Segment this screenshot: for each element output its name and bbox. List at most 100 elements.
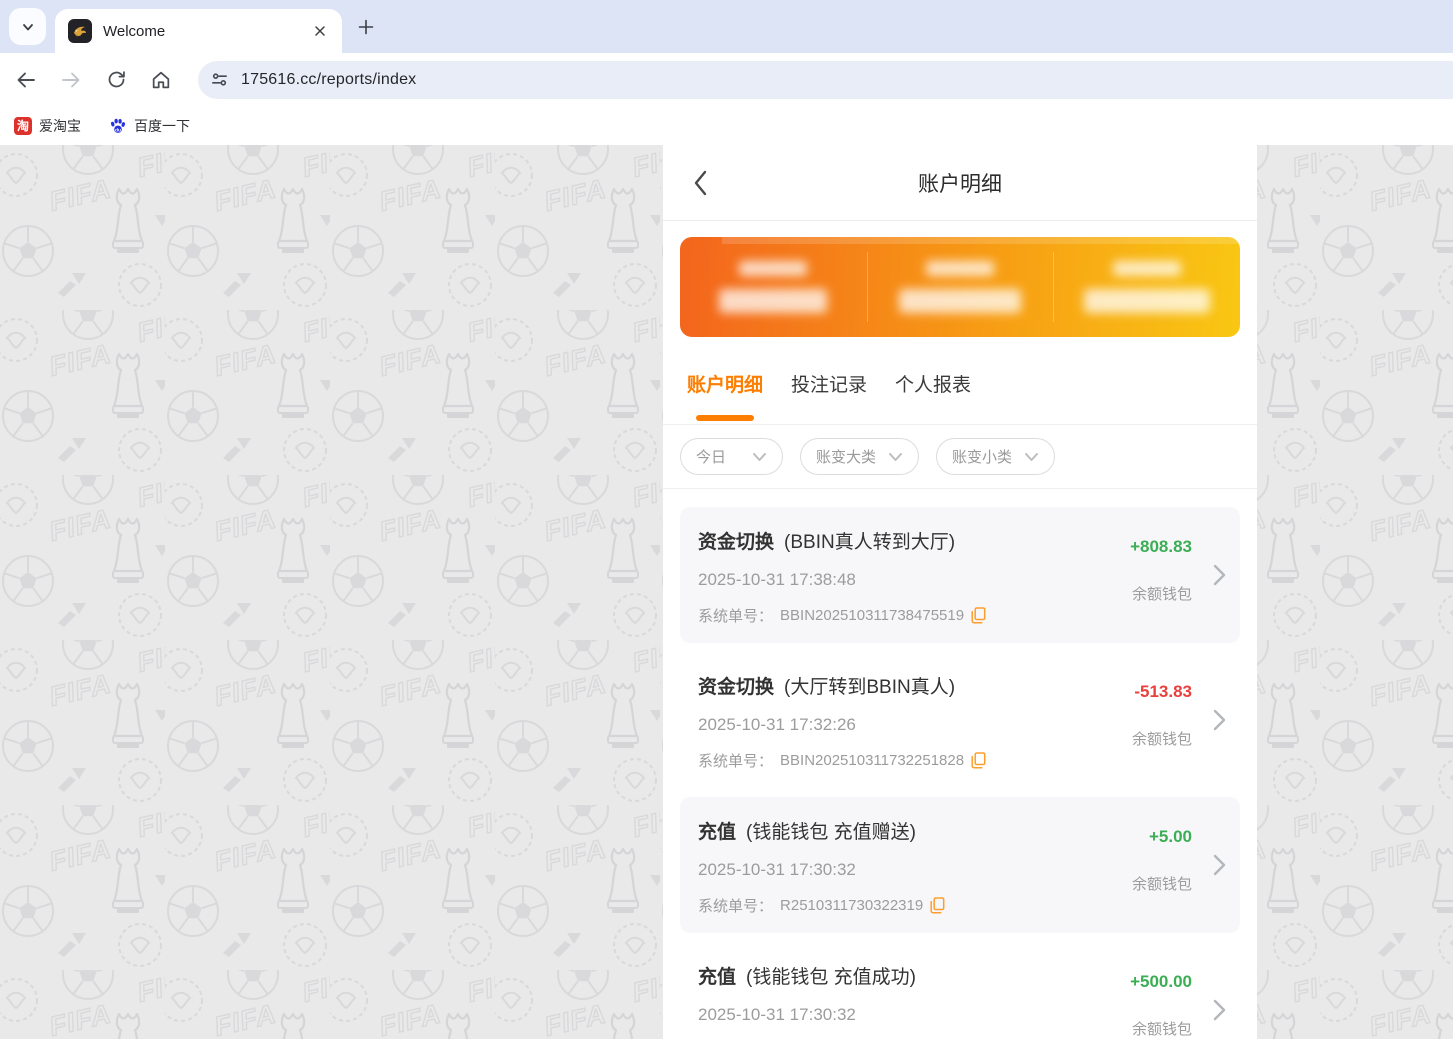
close-icon <box>315 26 325 36</box>
transaction-row[interactable]: 资金切换 (大厅转到BBIN真人) 2025-10-31 17:32:26 系统… <box>680 652 1240 788</box>
balance-summary-card <box>680 237 1240 337</box>
bookmark-aitaobao[interactable]: 淘 爱淘宝 <box>14 116 81 136</box>
chevron-down-icon <box>889 452 902 461</box>
transaction-detail: (钱能钱包 充值成功) <box>746 967 916 988</box>
transaction-type: 资金切换 <box>698 532 775 553</box>
reload-icon <box>108 71 125 88</box>
chevron-down-icon <box>22 23 33 30</box>
filter-minor-category-dropdown[interactable]: 账变小类 <box>936 438 1055 475</box>
transaction-type: 充值 <box>698 822 737 843</box>
tab-search-button[interactable] <box>9 8 46 45</box>
tab-title: Welcome <box>103 22 166 40</box>
order-number-value: BBIN202510311738475519 <box>780 607 965 624</box>
copy-icon <box>971 752 986 769</box>
bookmarks-bar: 淘 爱淘宝 du 百度一下 <box>0 106 1453 145</box>
copy-icon <box>930 897 945 914</box>
browser-toolbar: 175616.cc/reports/index <box>0 53 1453 106</box>
transaction-type: 资金切换 <box>698 677 775 698</box>
account-detail-panel: 账户明细 账户明细 投注记录 个人报表 今日 账变大类 账变小类 资金切换 (B… <box>663 145 1257 1039</box>
page-title: 账户明细 <box>918 172 1002 196</box>
back-button[interactable] <box>8 62 44 98</box>
forward-arrow-icon <box>62 72 80 87</box>
copy-icon <box>971 607 986 624</box>
tab-close-button[interactable] <box>310 21 330 41</box>
transaction-detail: (大厅转到BBIN真人) <box>784 677 956 698</box>
home-icon <box>152 71 170 88</box>
wallet-type: 余额钱包 <box>1131 731 1192 748</box>
baidu-paw-icon: du <box>109 117 127 135</box>
transaction-detail: (BBIN真人转到大厅) <box>784 532 956 553</box>
summary-column-redacted <box>680 237 867 337</box>
chevron-right-icon[interactable] <box>1213 709 1226 731</box>
chevron-left-icon <box>694 170 707 195</box>
redacted-value <box>1083 289 1210 313</box>
site-settings-tune-icon <box>212 73 227 86</box>
transaction-amount: +808.83 <box>1130 537 1192 556</box>
bookmark-label: 爱淘宝 <box>39 117 81 134</box>
wallet-type: 余额钱包 <box>1131 586 1192 603</box>
plus-icon <box>358 19 374 35</box>
bookmark-baidu[interactable]: du 百度一下 <box>109 116 190 136</box>
redacted-value <box>719 289 828 313</box>
filter-date-dropdown[interactable]: 今日 <box>680 438 783 475</box>
transaction-amount: -513.83 <box>1134 682 1192 701</box>
summary-column-redacted <box>1053 237 1240 337</box>
chevron-right-icon[interactable] <box>1213 999 1226 1021</box>
back-arrow-icon <box>17 72 35 87</box>
reload-button[interactable] <box>98 62 134 98</box>
chevron-right-icon[interactable] <box>1213 854 1226 876</box>
copy-button[interactable] <box>971 607 986 624</box>
redacted-label <box>1112 261 1181 276</box>
summary-column-redacted <box>866 237 1054 337</box>
chevron-right-icon[interactable] <box>1213 564 1226 586</box>
url-text[interactable]: 175616.cc/reports/index <box>241 71 416 89</box>
chevron-down-icon <box>1025 452 1038 461</box>
filter-major-category-dropdown[interactable]: 账变大类 <box>800 438 919 475</box>
tab-personal-report[interactable]: 个人报表 <box>895 343 971 424</box>
site-favicon-icon <box>68 19 92 43</box>
transaction-amount-block: +5.00 余额钱包 <box>1132 827 1192 894</box>
wallet-type: 余额钱包 <box>1131 1021 1192 1038</box>
redacted-label <box>739 261 808 276</box>
tab-bet-records[interactable]: 投注记录 <box>791 343 867 424</box>
order-number-label: 系统单号： <box>698 608 774 625</box>
transaction-amount: +5.00 <box>1148 827 1192 846</box>
browser-tab-strip: Welcome <box>0 0 1453 53</box>
transaction-row[interactable]: 资金切换 (BBIN真人转到大厅) 2025-10-31 17:38:48 系统… <box>680 507 1240 643</box>
tab-account-detail[interactable]: 账户明细 <box>687 343 763 424</box>
home-button[interactable] <box>143 62 179 98</box>
filters-row: 今日 账变大类 账变小类 <box>663 425 1257 489</box>
transaction-amount: +500.00 <box>1130 972 1192 991</box>
redacted-value <box>899 289 1021 313</box>
address-bar[interactable]: 175616.cc/reports/index <box>198 60 1453 99</box>
transaction-amount-block: +500.00 余额钱包 <box>1130 972 1192 1039</box>
new-tab-button[interactable] <box>352 13 380 41</box>
bookmark-label: 百度一下 <box>134 117 190 134</box>
chevron-down-icon <box>753 452 766 461</box>
filter-label: 今日 <box>696 449 727 466</box>
copy-button[interactable] <box>930 897 945 914</box>
taobao-icon: 淘 <box>14 116 32 135</box>
transaction-detail: (钱能钱包 充值赠送) <box>746 822 916 843</box>
filter-label: 账变小类 <box>952 449 1013 466</box>
transaction-type: 充值 <box>698 967 737 988</box>
copy-button[interactable] <box>971 752 986 769</box>
panel-header: 账户明细 <box>663 145 1257 221</box>
filter-label: 账变大类 <box>816 449 877 466</box>
forward-button[interactable] <box>53 62 89 98</box>
gold-dragon-icon <box>74 26 86 37</box>
order-number-value: R2510311730322319 <box>780 897 924 914</box>
order-number-label: 系统单号： <box>698 898 774 915</box>
transaction-amount-block: -513.83 余额钱包 <box>1132 682 1192 749</box>
transaction-amount-block: +808.83 余额钱包 <box>1130 537 1192 604</box>
order-number-label: 系统单号： <box>698 753 774 770</box>
transaction-list: 资金切换 (BBIN真人转到大厅) 2025-10-31 17:38:48 系统… <box>663 489 1257 1039</box>
back-button-panel[interactable] <box>693 145 708 220</box>
transaction-row[interactable]: 充值 (钱能钱包 充值赠送) 2025-10-31 17:30:32 系统单号：… <box>680 797 1240 933</box>
order-number-value: BBIN202510311732251828 <box>780 752 965 769</box>
transaction-row[interactable]: 充值 (钱能钱包 充值成功) 2025-10-31 17:30:32 系统单号：… <box>680 942 1240 1039</box>
wallet-type: 余额钱包 <box>1131 876 1192 893</box>
report-tabs: 账户明细 投注记录 个人报表 <box>663 337 1257 425</box>
browser-tab-welcome[interactable]: Welcome <box>55 9 342 53</box>
redacted-label <box>926 261 994 276</box>
